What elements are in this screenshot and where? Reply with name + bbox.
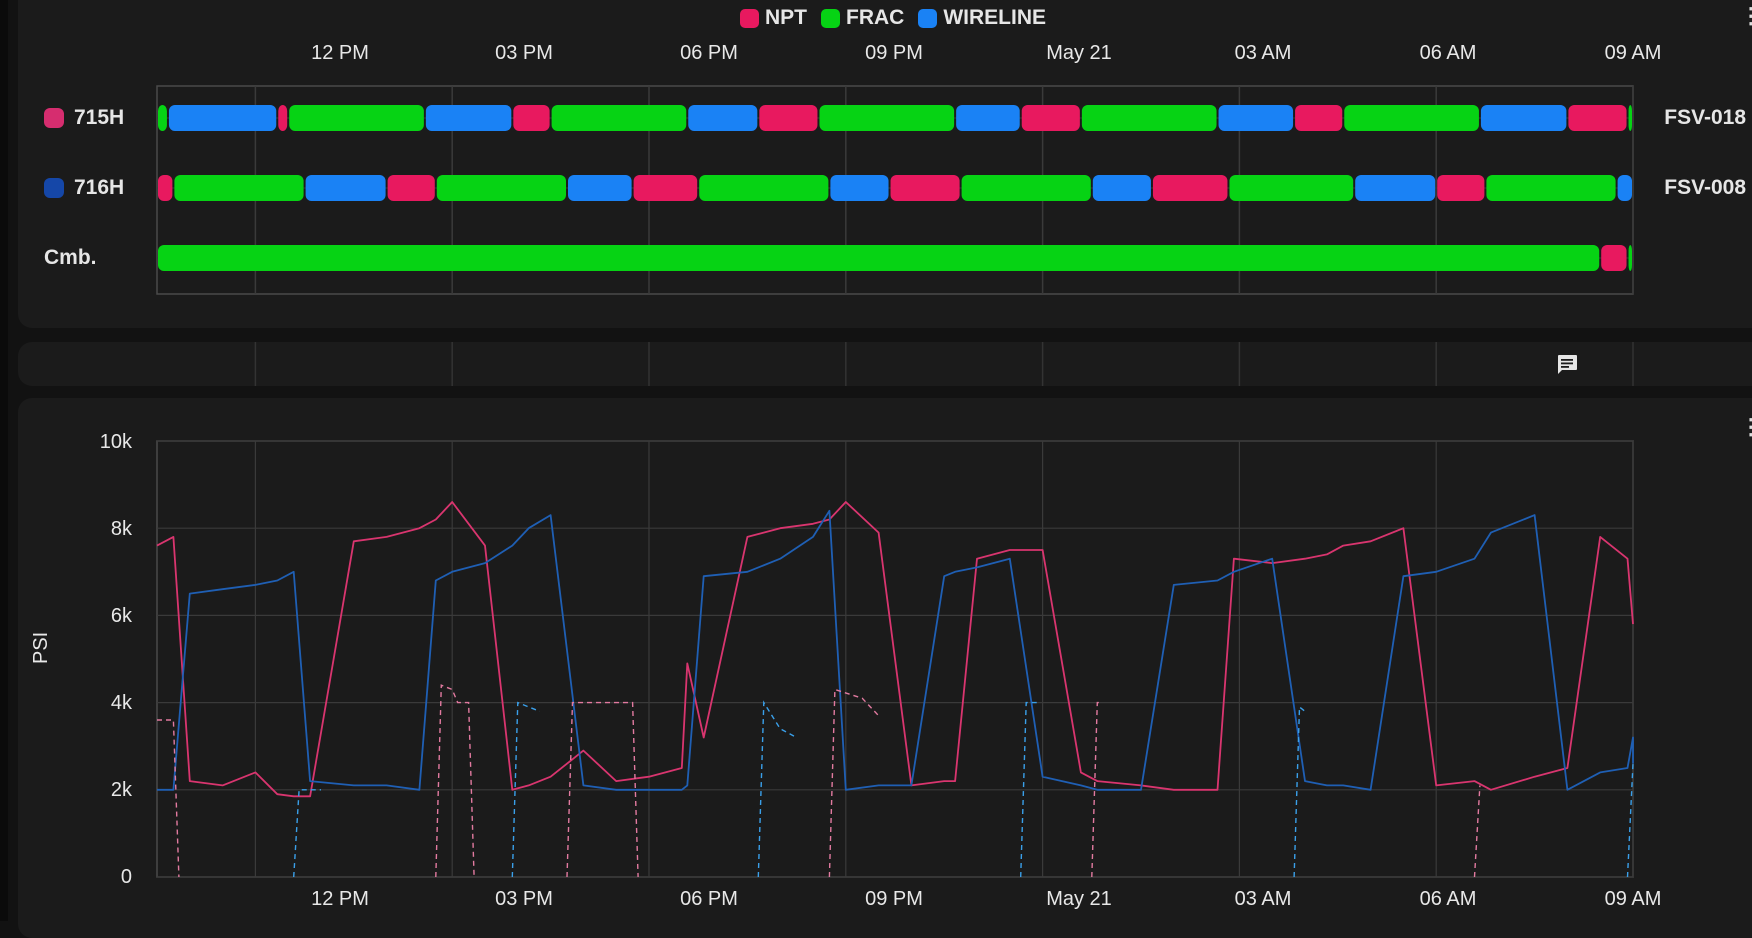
comment-icon[interactable] (1555, 352, 1579, 376)
y-tick-label: 2k (110, 779, 132, 801)
top-time-label: 03 AM (1234, 42, 1292, 64)
bottom-time-label: May 21 (1046, 888, 1112, 910)
row-716h-segment-npt (387, 175, 435, 201)
bottom-time-label: 03 PM (495, 888, 553, 910)
row-716h-segment-wireline (1092, 175, 1151, 201)
legend-label-wireline: WIRELINE (943, 6, 1046, 29)
row-715h-segment-wireline (425, 105, 512, 131)
row-715h-segment-wireline (688, 105, 758, 131)
y-tick-label: 6k (110, 605, 132, 627)
top-time-label: 09 PM (865, 42, 923, 64)
legend-item-npt[interactable]: NPT (740, 6, 807, 30)
row-716h-segment-npt (1152, 175, 1228, 201)
top-time-label: 09 AM (1604, 42, 1662, 64)
row-715h-segment-npt (1568, 105, 1627, 131)
y-tick-label: 4k (110, 692, 132, 714)
pressure-dashed-trace-1 (435, 684, 475, 878)
y-tick-label: 0 (120, 866, 132, 888)
timeline-legend: NPT FRAC WIRELINE (740, 6, 1046, 30)
top-time-label: 06 AM (1419, 42, 1477, 64)
pressure-series-line-1 (157, 509, 1634, 791)
top-time-label: 03 PM (495, 42, 553, 64)
bottom-time-label: 06 PM (680, 888, 738, 910)
row-swatch-716h (44, 178, 64, 198)
row-name-716h: 716H (74, 176, 125, 199)
row-716h-segment-npt (158, 175, 173, 201)
row-715h-segment-npt (278, 105, 288, 131)
legend-label-frac: FRAC (846, 6, 905, 29)
pressure-dashed-trace-11 (1626, 763, 1634, 878)
bottom-time-label: 03 AM (1234, 888, 1292, 910)
row-715h-segment-frac (1344, 105, 1479, 131)
rig-label-716h: FSV-008 (1664, 176, 1746, 199)
row-715h-segment-frac (158, 105, 167, 131)
y-axis-title: PSI (30, 631, 52, 664)
row-715h-segment-npt (1021, 105, 1080, 131)
row-715h-segment-frac (1628, 105, 1632, 131)
row-716h-segment-frac (961, 175, 1091, 201)
pressure-dashed-trace-3 (828, 688, 880, 878)
legend-item-wireline[interactable]: WIRELINE (918, 6, 1046, 30)
chart-menu-icon[interactable]: ⋮ (1740, 416, 1752, 438)
top-time-label: 06 PM (680, 42, 738, 64)
row-label-716h[interactable]: 716H (44, 176, 124, 200)
row-716h-segment-npt (890, 175, 960, 201)
bottom-time-label: 09 PM (865, 888, 923, 910)
bottom-time-label: 06 AM (1419, 888, 1477, 910)
bottom-time-label: 09 AM (1604, 888, 1662, 910)
row-716h-segment-frac (174, 175, 304, 201)
row-716h-segment-frac (436, 175, 566, 201)
rig-label-715h: FSV-018 (1664, 106, 1746, 129)
y-tick-label: 8k (110, 518, 132, 540)
bottom-time-label: 12 PM (311, 888, 369, 910)
pressure-dashed-trace-4 (293, 789, 321, 878)
legend-swatch-npt (740, 8, 759, 28)
row-716h-segment-wireline (568, 175, 632, 201)
pressure-dashed-trace-9 (1293, 705, 1306, 878)
row-716h-segment-wireline (305, 175, 386, 201)
row-label-715h[interactable]: 715H (44, 106, 124, 130)
legend-swatch-wireline (918, 8, 938, 28)
row-716h-segment-frac (1229, 175, 1354, 201)
row-715h-segment-wireline (956, 105, 1020, 131)
pressure-dashed-trace-10 (1473, 785, 1481, 878)
row-716h-segment-wireline (1617, 175, 1632, 201)
row-716h-segment-frac (1486, 175, 1616, 201)
row-715h-segment-npt (513, 105, 550, 131)
chart-canvas (156, 85, 1634, 878)
row-716h-segment-wireline (830, 175, 889, 201)
row-716h-segment-wireline (1355, 175, 1436, 201)
row-715h-segment-frac (1081, 105, 1217, 131)
row-715h-segment-wireline (1480, 105, 1567, 131)
pressure-series-line-0 (156, 501, 1634, 798)
row-715h-segment-wireline (1218, 105, 1294, 131)
legend-item-frac[interactable]: FRAC (821, 6, 904, 30)
row-715h-segment-frac (819, 105, 955, 131)
row-combined-segment-npt (1601, 245, 1627, 271)
pressure-dashed-trace-0 (157, 719, 180, 878)
row-715h-segment-wireline (168, 105, 277, 131)
row-715h-segment-frac (551, 105, 687, 131)
row-name-combined: Cmb. (44, 246, 97, 269)
legend-label-npt: NPT (765, 6, 807, 29)
row-swatch-715h (44, 108, 64, 128)
y-tick-label: 10k (99, 431, 132, 453)
row-715h-segment-npt (1295, 105, 1343, 131)
row-label-combined: Cmb. (44, 246, 97, 270)
row-716h-segment-frac (699, 175, 829, 201)
row-716h-segment-npt (633, 175, 698, 201)
row-716h-segment-npt (1437, 175, 1485, 201)
row-715h-segment-frac (289, 105, 424, 131)
row-name-715h: 715H (74, 106, 125, 129)
top-time-label: May 21 (1046, 42, 1112, 64)
row-combined-segment-frac (158, 245, 1600, 271)
legend-swatch-frac (821, 8, 840, 28)
top-time-label: 12 PM (311, 42, 369, 64)
timeline-menu-icon[interactable]: ⋮ (1740, 5, 1752, 27)
row-combined-segment-frac (1628, 245, 1632, 271)
row-715h-segment-npt (759, 105, 818, 131)
